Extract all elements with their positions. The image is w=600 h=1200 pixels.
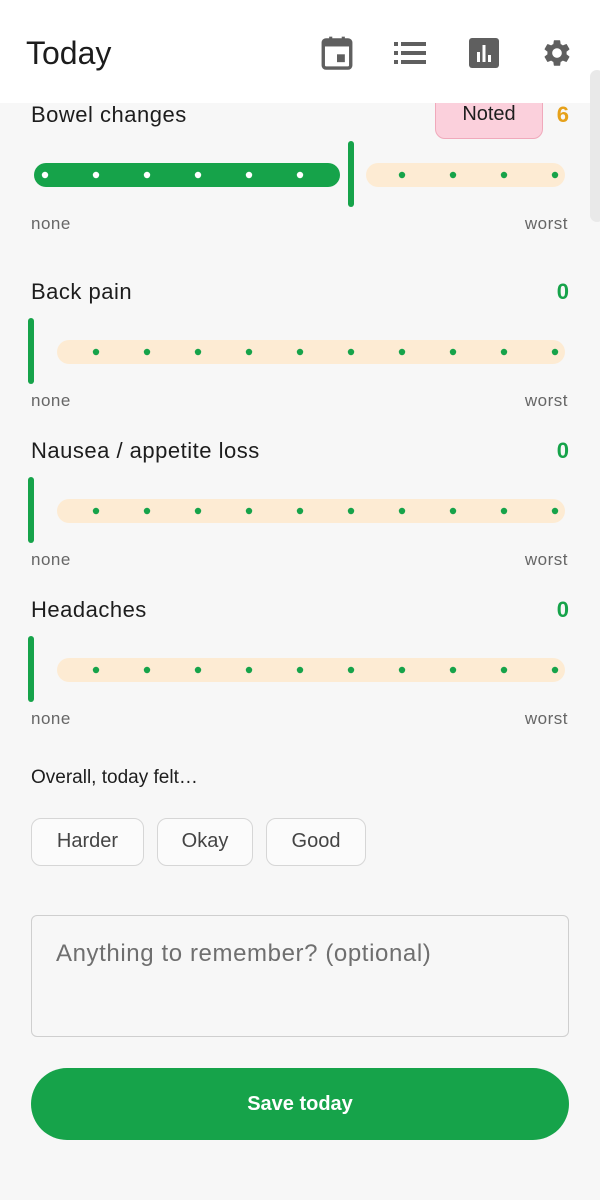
severity-slider[interactable]: [20, 475, 580, 545]
slider-tick: [92, 171, 100, 179]
slider-tick: [194, 171, 202, 179]
slider-tick: [347, 666, 355, 674]
scale-max-label: worst: [524, 550, 568, 569]
symptom-value: 0: [556, 438, 569, 463]
chart-icon: [469, 38, 499, 68]
slider-tick: [143, 171, 151, 179]
overall-option-harder[interactable]: Harder: [31, 818, 144, 866]
slider-tick: [92, 348, 100, 356]
symptom-label: Back pain: [31, 279, 133, 304]
slider-tick: [347, 348, 355, 356]
symptom-label: Nausea / appetite loss: [31, 438, 260, 463]
severity-slider[interactable]: [20, 634, 580, 704]
scale-min-label: none: [31, 550, 71, 569]
chart-button[interactable]: [464, 33, 504, 73]
slider-tick: [551, 666, 559, 674]
slider-tick: [296, 666, 304, 674]
slider-tick: [449, 348, 457, 356]
slider-tick: [92, 507, 100, 515]
slider-track-active: [34, 163, 340, 187]
severity-slider[interactable]: [20, 139, 580, 209]
scale-min-label: none: [31, 709, 71, 728]
settings-button[interactable]: [537, 33, 577, 73]
top-app-bar: Today: [0, 0, 600, 103]
slider-tick: [245, 507, 253, 515]
slider-tick: [245, 348, 253, 356]
list-button[interactable]: [390, 33, 430, 73]
severity-slider[interactable]: [20, 316, 580, 386]
symptom-row-back-pain: Back pain 0 none worst: [0, 278, 600, 428]
slider-tick: [143, 348, 151, 356]
slider-tick: [500, 507, 508, 515]
symptom-row-bowel-changes: Bowel changes Noted 6 none worst: [0, 91, 600, 251]
slider-tick: [296, 171, 304, 179]
list-icon: [394, 42, 426, 64]
slider-track-inactive: [366, 163, 565, 187]
slider-tick: [551, 507, 559, 515]
calendar-button[interactable]: [317, 33, 357, 73]
slider-tick: [194, 666, 202, 674]
slider-tick: [143, 507, 151, 515]
slider-thumb: [28, 477, 34, 543]
slider-tick: [245, 171, 253, 179]
slider-tick: [551, 171, 559, 179]
slider-tick: [500, 666, 508, 674]
slider-tick: [143, 666, 151, 674]
slider-thumb: [28, 318, 34, 384]
slider-tick: [551, 348, 559, 356]
overall-option-okay[interactable]: Okay: [157, 818, 253, 866]
symptom-value: 0: [556, 597, 569, 622]
symptom-value: 0: [556, 279, 569, 304]
save-today-button[interactable]: Save today: [31, 1068, 569, 1140]
slider-tick: [398, 507, 406, 515]
slider-track-inactive: [57, 340, 565, 364]
slider-tick: [398, 348, 406, 356]
scale-max-label: worst: [524, 214, 568, 233]
slider-tick: [194, 348, 202, 356]
slider-tick: [398, 666, 406, 674]
gear-icon: [544, 40, 570, 66]
scale-min-label: none: [31, 214, 71, 233]
symptom-label: Bowel changes: [31, 102, 187, 127]
slider-tick: [500, 171, 508, 179]
slider-tick: [347, 507, 355, 515]
page-title: Today: [26, 35, 112, 71]
scale-max-label: worst: [524, 709, 568, 728]
slider-tick: [449, 171, 457, 179]
overall-prompt: Overall, today felt…: [31, 767, 198, 788]
slider-tick: [296, 507, 304, 515]
slider-tick: [245, 666, 253, 674]
today-screen: Today Bowel changes Noted 6 none worst B…: [0, 0, 600, 1200]
slider-thumb: [348, 141, 354, 207]
symptom-value: 6: [556, 102, 569, 127]
slider-track-inactive: [57, 658, 565, 682]
symptom-row-nausea: Nausea / appetite loss 0 none worst: [0, 437, 600, 587]
scale-max-label: worst: [524, 391, 568, 410]
slider-tick: [398, 171, 406, 179]
slider-tick: [500, 348, 508, 356]
slider-tick: [296, 348, 304, 356]
slider-tick: [194, 507, 202, 515]
edge-scroll-handle[interactable]: [590, 70, 600, 222]
slider-thumb: [28, 636, 34, 702]
calendar-icon: [321, 36, 353, 70]
slider-track-inactive: [57, 499, 565, 523]
slider-tick: [41, 171, 49, 179]
slider-tick: [449, 666, 457, 674]
symptom-label: Headaches: [31, 597, 147, 622]
slider-tick: [92, 666, 100, 674]
scale-min-label: none: [31, 391, 71, 410]
note-input[interactable]: [31, 915, 569, 1037]
symptom-row-headaches: Headaches 0 none worst: [0, 596, 600, 746]
slider-tick: [449, 507, 457, 515]
overall-option-good[interactable]: Good: [266, 818, 366, 866]
